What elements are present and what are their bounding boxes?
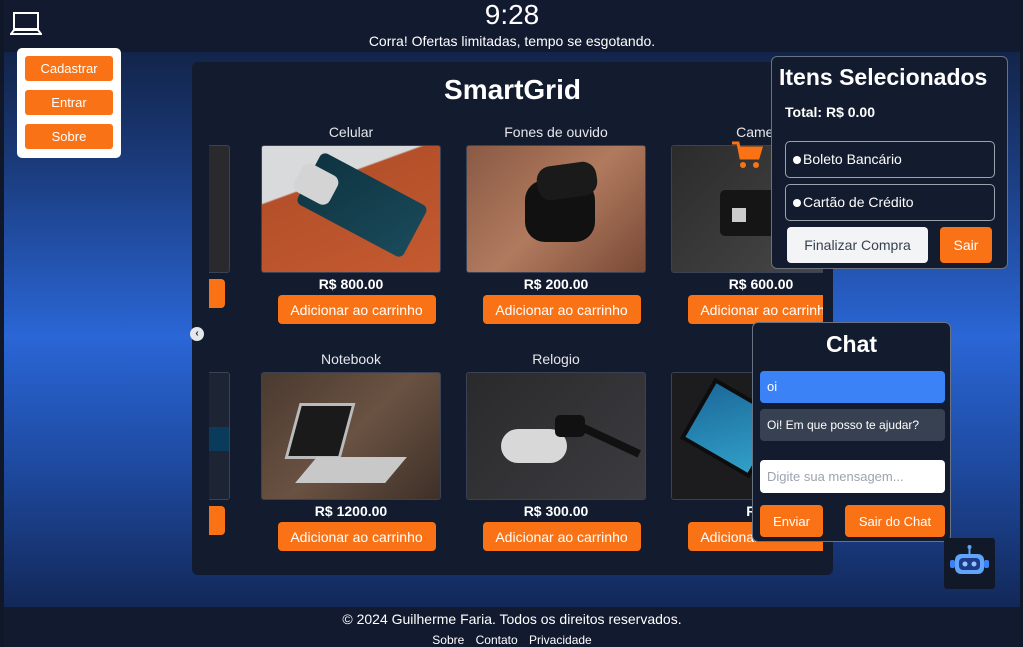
- selected-items-panel: Itens Selecionados Total: R$ 0.00 Boleto…: [771, 56, 1008, 269]
- send-button[interactable]: Enviar: [760, 505, 823, 537]
- finalize-purchase-button[interactable]: Finalizar Compra: [787, 227, 928, 263]
- footer: © 2024 Guilherme Faria. Todos os direito…: [4, 607, 1020, 647]
- radio-dot-icon: [793, 156, 801, 164]
- product-name: Fones de ouvido: [504, 124, 608, 140]
- add-to-cart-button[interactable]: Adicionar ao carrinho: [277, 295, 436, 324]
- product-card: Celular R$ 800.00 Adicionar ao carrinho: [261, 124, 441, 324]
- product-card-partial: o: [209, 124, 230, 308]
- product-image: [466, 372, 646, 500]
- payment-option-label: Cartão de Crédito: [803, 194, 914, 210]
- product-name: Notebook: [321, 351, 381, 367]
- product-name: Celular: [328, 124, 374, 140]
- selected-items-title: Itens Selecionados: [779, 64, 988, 90]
- auth-menu: Cadastrar Entrar Sobre: [17, 48, 121, 158]
- promo-text: Corra! Ofertas limitadas, tempo se esgot…: [368, 33, 656, 49]
- product-grid: SmartGrid o o Celular: [192, 62, 833, 575]
- product-price: R$ 1200.00: [314, 503, 388, 519]
- add-to-cart-button[interactable]: Adicionar ao carrinho: [687, 295, 823, 324]
- cart-total: Total: R$ 0.00: [785, 104, 875, 120]
- add-to-cart-button[interactable]: Adicionar ao carrinho: [482, 295, 641, 324]
- radio-dot-icon: [793, 199, 801, 207]
- chat-title: Chat: [825, 331, 878, 357]
- chatbot-toggle-button[interactable]: [944, 538, 995, 589]
- add-to-cart-button[interactable]: o: [209, 279, 225, 308]
- add-to-cart-button[interactable]: Adicionar ao carrinho: [277, 522, 436, 551]
- add-to-cart-button[interactable]: o: [209, 506, 225, 535]
- product-image: [261, 145, 441, 273]
- product-image: [209, 372, 230, 500]
- top-bar: 9:28 Corra! Ofertas limitadas, tempo se …: [4, 0, 1020, 52]
- bot-message: Oi! Em que posso te ajudar?: [760, 409, 945, 441]
- leave-chat-button[interactable]: Sair do Chat: [845, 505, 945, 537]
- footer-link-about[interactable]: Sobre: [432, 633, 464, 647]
- product-price: R$ 300.00: [523, 503, 589, 519]
- payment-option-boleto[interactable]: Boleto Bancário: [785, 141, 995, 178]
- payment-option-credit-card[interactable]: Cartão de Crédito: [785, 184, 995, 221]
- product-image: [466, 145, 646, 273]
- product-card: Fones de ouvido R$ 200.00 Adicionar ao c…: [466, 124, 646, 324]
- product-card: Notebook R$ 1200.00 Adicionar ao carrinh…: [261, 351, 441, 551]
- laptop-icon[interactable]: [10, 10, 42, 38]
- footer-link-contact[interactable]: Contato: [476, 633, 518, 647]
- product-price: R$ 800.00: [318, 276, 384, 292]
- chat-message-input[interactable]: [760, 460, 945, 493]
- copyright-text: © 2024 Guilherme Faria. Todos os direito…: [342, 611, 682, 627]
- carousel-prev-button[interactable]: ‹: [190, 327, 204, 341]
- countdown-clock: 9:28: [484, 0, 540, 30]
- login-button[interactable]: Entrar: [25, 90, 113, 115]
- product-card: Relogio R$ 300.00 Adicionar ao carrinho: [466, 351, 646, 551]
- register-button[interactable]: Cadastrar: [25, 56, 113, 81]
- exit-button[interactable]: Sair: [940, 227, 992, 263]
- product-carousel[interactable]: o o Celular R$ 800.00 Adicionar ao carri…: [209, 62, 823, 575]
- shopping-cart-icon[interactable]: [731, 140, 763, 170]
- add-to-cart-button[interactable]: Adicionar ao carrinho: [482, 522, 641, 551]
- user-message: oi: [760, 371, 945, 403]
- chat-panel: Chat oi Oi! Em que posso te ajudar? Envi…: [752, 322, 951, 542]
- footer-link-privacy[interactable]: Privacidade: [529, 633, 592, 647]
- robot-icon: [950, 545, 989, 574]
- product-price: R$ 200.00: [523, 276, 589, 292]
- app-frame: 9:28 Corra! Ofertas limitadas, tempo se …: [4, 0, 1020, 647]
- product-card-partial: o: [209, 351, 230, 535]
- footer-links: Sobre Contato Privacidade: [4, 633, 1020, 647]
- product-image: [261, 372, 441, 500]
- payment-option-label: Boleto Bancário: [803, 151, 902, 167]
- product-price: R$ 600.00: [728, 276, 794, 292]
- product-image: [209, 145, 230, 273]
- about-button[interactable]: Sobre: [25, 124, 113, 149]
- product-name: Relogio: [532, 351, 580, 367]
